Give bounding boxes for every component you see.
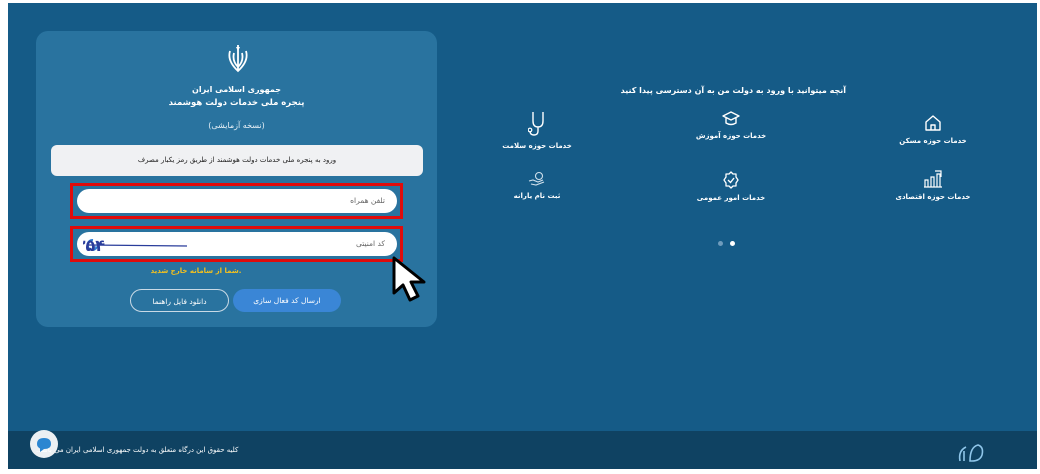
service-label: خدمات امور عمومی	[696, 194, 766, 202]
page-background: جمهوری اسلامی ایران پنجره ملی خدمات دولت…	[8, 3, 1037, 469]
bar-chart-icon	[924, 170, 942, 188]
country-name: جمهوری اسلامی ایران	[192, 85, 281, 94]
captcha-input-placeholder: کد امنیتی	[355, 239, 385, 248]
download-guide-button[interactable]: دانلود فایل راهنما	[130, 289, 229, 312]
version-label: (نسخه آزمایشی)	[208, 121, 265, 130]
smart-government-logo-icon	[958, 444, 984, 462]
graduation-cap-icon	[722, 111, 740, 126]
badge-check-icon	[723, 171, 739, 189]
service-label: خدمات حوزه مسکن	[899, 137, 967, 145]
logout-message: شما از سامانه خارج شدید.	[150, 267, 242, 275]
mouse-cursor-icon	[392, 256, 426, 302]
service-label: خدمات حوزه آموزش	[695, 132, 767, 140]
house-icon	[925, 115, 941, 131]
chat-support-icon[interactable]	[29, 429, 59, 459]
phone-input-placeholder: تلفن همراه	[350, 196, 385, 205]
hand-coin-icon	[528, 171, 545, 186]
service-health[interactable]: خدمات حوزه سلامت	[482, 111, 592, 150]
carousel-dots	[718, 231, 742, 250]
carousel-dot-active[interactable]	[730, 241, 735, 246]
stethoscope-icon	[528, 112, 544, 136]
service-public-affairs[interactable]: خدمات امور عمومی	[676, 171, 786, 202]
footer: کلیه حقوق این درگاه متعلق به دولت جمهوری…	[8, 431, 1037, 469]
captcha-code: ۳۹۳۵۴	[83, 236, 105, 254]
service-label: ثبت نام یارانه	[513, 192, 561, 200]
service-subsidy[interactable]: ثبت نام یارانه	[482, 171, 592, 200]
login-card: جمهوری اسلامی ایران پنجره ملی خدمات دولت…	[36, 31, 437, 327]
captcha-input[interactable]: کد امنیتی ۳۹۳۵۴	[77, 232, 397, 256]
service-economy[interactable]: خدمات حوزه اقتصادی	[878, 170, 988, 201]
login-notice: ورود به پنجره ملی خدمات دولت هوشمند از ط…	[51, 145, 423, 176]
carousel-dot[interactable]	[718, 241, 723, 246]
send-activation-code-button[interactable]: ارسال کد فعال سازی	[233, 289, 341, 312]
services-heading: آنچه میتوانید با ورود به دولت من به آن د…	[620, 86, 846, 95]
copyright-text: کلیه حقوق این درگاه متعلق به دولت جمهوری…	[36, 446, 239, 454]
service-education[interactable]: خدمات حوزه آموزش	[676, 111, 786, 140]
service-label: خدمات حوزه اقتصادی	[895, 193, 971, 201]
phone-input[interactable]: تلفن همراه	[77, 189, 397, 213]
iran-emblem-icon	[228, 45, 248, 73]
portal-title: پنجره ملی خدمات دولت هوشمند	[168, 98, 305, 108]
captcha-image[interactable]: ۳۹۳۵۴	[83, 234, 191, 254]
service-label: خدمات حوزه سلامت	[502, 142, 572, 150]
service-housing[interactable]: خدمات حوزه مسکن	[878, 114, 988, 145]
